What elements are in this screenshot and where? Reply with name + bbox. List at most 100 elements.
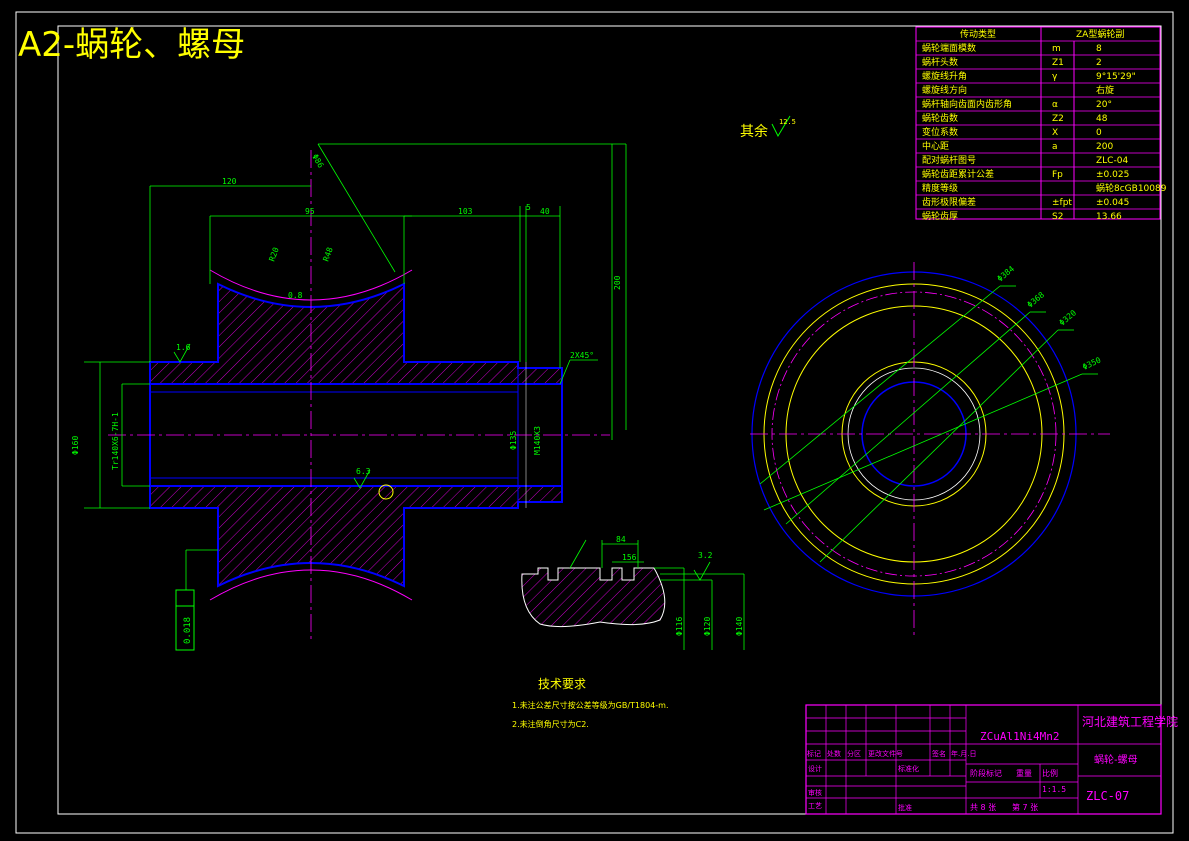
param-row-value: 2 [1096, 58, 1102, 68]
circle-label-320: Φ320 [1058, 308, 1079, 327]
param-row-value: 48 [1096, 114, 1108, 124]
detail-dim-140: Φ140 [735, 617, 744, 636]
param-row-name: 蜗轮齿厚 [922, 210, 958, 222]
hub-lower-section [149, 485, 563, 588]
tb-row-label: 分区 [847, 749, 861, 758]
param-header-value: ZA型蜗轮副 [1076, 28, 1124, 40]
hub-upper-section [149, 282, 563, 385]
param-row-symbol: α [1052, 100, 1058, 110]
param-row-name: 螺旋线升角 [922, 70, 967, 82]
param-row-value: 右旋 [1096, 84, 1114, 96]
tb-row-label: 更改文件号 [868, 749, 903, 758]
param-row-value: 8 [1096, 44, 1102, 54]
tb-weight: 重量 [1016, 768, 1032, 778]
detail-dim-156: 156 [622, 553, 637, 562]
tolerance-frame: 0.018 [175, 589, 195, 651]
param-row-symbol: Z1 [1052, 58, 1064, 68]
tolerance-value: 0.018 [183, 617, 193, 644]
dim-95: 95 [305, 207, 315, 216]
dim-m140: M140X3 [533, 426, 542, 455]
tb-approve: 批准 [898, 803, 912, 812]
roughness-rest: 其余 12.5 [740, 115, 796, 140]
detail-dim-116: Φ116 [675, 617, 684, 636]
param-row-symbol: X [1052, 128, 1058, 138]
param-row-symbol: a [1052, 142, 1058, 152]
tb-material: ZCuAl1Ni4Mn2 [980, 730, 1059, 743]
detail-dim-120: Φ120 [703, 617, 712, 636]
detail-dim-32: 3.2 [698, 551, 713, 560]
param-row-name: 蜗轮齿数 [922, 112, 958, 124]
tb-row-label: 年.月.日 [951, 749, 976, 758]
param-row-symbol: ±fpt [1052, 198, 1072, 208]
tb-school: 河北建筑工程学院 [1082, 714, 1178, 729]
drawing-canvas: A2-蜗轮、螺母 传动类型 ZA型蜗轮副蜗轮端面模数 m 8 蜗杆头数 Z1 2 螺旋线升角 γ… [15, 11, 1178, 834]
param-row-symbol: γ [1052, 72, 1058, 82]
param-row-symbol: m [1052, 44, 1061, 54]
circle-label-368: Φ368 [1026, 290, 1047, 309]
tb-row-label: 标记 [807, 749, 821, 758]
tb-row-label: 处数 [827, 749, 841, 758]
tb-sheet-total: 共 8 张 [970, 803, 996, 812]
tb-standard: 标准化 [898, 764, 919, 773]
dim-200: 200 [613, 275, 622, 290]
dim-d86: Φ86 [310, 153, 325, 170]
rough-08: 0.8 [288, 291, 303, 300]
roughness-rest-label: 其余 [740, 123, 768, 140]
dim-r48: R48 [321, 246, 334, 263]
param-table: 传动类型 ZA型蜗轮副蜗轮端面模数 m 8 蜗杆头数 Z1 2 螺旋线升角 γ 9°15'29" 螺… [915, 26, 1167, 222]
dim-r20: R20 [267, 246, 280, 263]
circle-label-350: Φ350 [1081, 355, 1102, 371]
param-row-name: 精度等级 [922, 182, 958, 194]
dim-dia-left: Φ160 [71, 436, 80, 455]
param-row-name: 变位系数 [922, 126, 958, 138]
tb-scale: 1:1.5 [1042, 785, 1066, 794]
tb-drawing-no: ZLC-07 [1086, 789, 1129, 803]
param-row-name: 配对蜗杆图号 [922, 154, 976, 166]
dim-40: 40 [540, 207, 550, 216]
param-row-symbol: Fp [1052, 170, 1063, 180]
param-row-value: 200 [1096, 142, 1113, 152]
param-row-name: 螺旋线方向 [922, 84, 967, 96]
drawing-title: A2-蜗轮、螺母 [18, 25, 245, 65]
param-row-value: ZLC-04 [1096, 156, 1128, 166]
rough-63: 6.3 [356, 467, 371, 476]
detail-dim-84: 84 [616, 535, 626, 544]
side-view: Φ384 Φ368 Φ320 Φ350 [750, 262, 1110, 636]
param-row-symbol: Z2 [1052, 114, 1064, 124]
dim-dia135: Φ135 [509, 431, 518, 450]
param-row-name: 蜗杆轴向齿面内齿形角 [922, 98, 1012, 110]
param-row-value: 蜗轮8cGB10089 [1096, 182, 1167, 194]
param-row-value: 0 [1096, 128, 1102, 138]
roughness-rest-value: 12.5 [779, 118, 796, 126]
tooth-detail-view: 84 156 3.2 Φ116 Φ120 Φ140 [521, 535, 745, 650]
param-row-value: 20° [1096, 100, 1112, 110]
tech-requirements: 技术要求 1.未注公差尺寸按公差等级为GB/T1804-m. 2.未注倒角尺寸为… [512, 677, 668, 729]
tb-check: 审核 [808, 788, 822, 797]
param-header-label: 传动类型 [960, 28, 996, 40]
param-row-value: ±0.025 [1096, 170, 1129, 180]
param-row-name: 齿形极限偏差 [922, 196, 976, 208]
param-row-value: 9°15'29" [1096, 72, 1136, 82]
tech-item-1: 1.未注公差尺寸按公差等级为GB/T1804-m. [512, 700, 668, 710]
param-row-name: 中心距 [922, 140, 949, 152]
param-row-value: 13.66 [1096, 212, 1122, 222]
title-block: ZCuAl1Ni4Mn2 河北建筑工程学院 蜗轮-螺母 ZLC-07 1:1.5… [805, 704, 1178, 815]
dim-103: 103 [458, 207, 473, 216]
param-row-value: ±0.045 [1096, 198, 1129, 208]
tb-ratio: 比例 [1042, 768, 1058, 778]
tb-process: 工艺 [808, 802, 822, 810]
tb-stage: 阶段标记 [970, 768, 1002, 778]
param-row-symbol: S2 [1052, 212, 1063, 222]
tech-title: 技术要求 [538, 677, 586, 691]
tb-sheet-current: 第 7 张 [1012, 802, 1038, 812]
tb-part-name: 蜗轮-螺母 [1094, 753, 1138, 766]
tb-design: 设计 [808, 764, 822, 773]
circle-label-384: Φ384 [996, 264, 1017, 283]
dim-chamfer: 2X45° [570, 351, 594, 360]
param-row-name: 蜗轮端面模数 [922, 42, 976, 54]
dim-bore-fit: Tr140X6-7H-1 [111, 412, 120, 470]
tech-item-2: 2.未注倒角尺寸为C2. [512, 719, 589, 729]
detail-section [521, 567, 666, 628]
dim-120: 120 [222, 177, 237, 186]
dim-5: 5 [526, 203, 531, 212]
